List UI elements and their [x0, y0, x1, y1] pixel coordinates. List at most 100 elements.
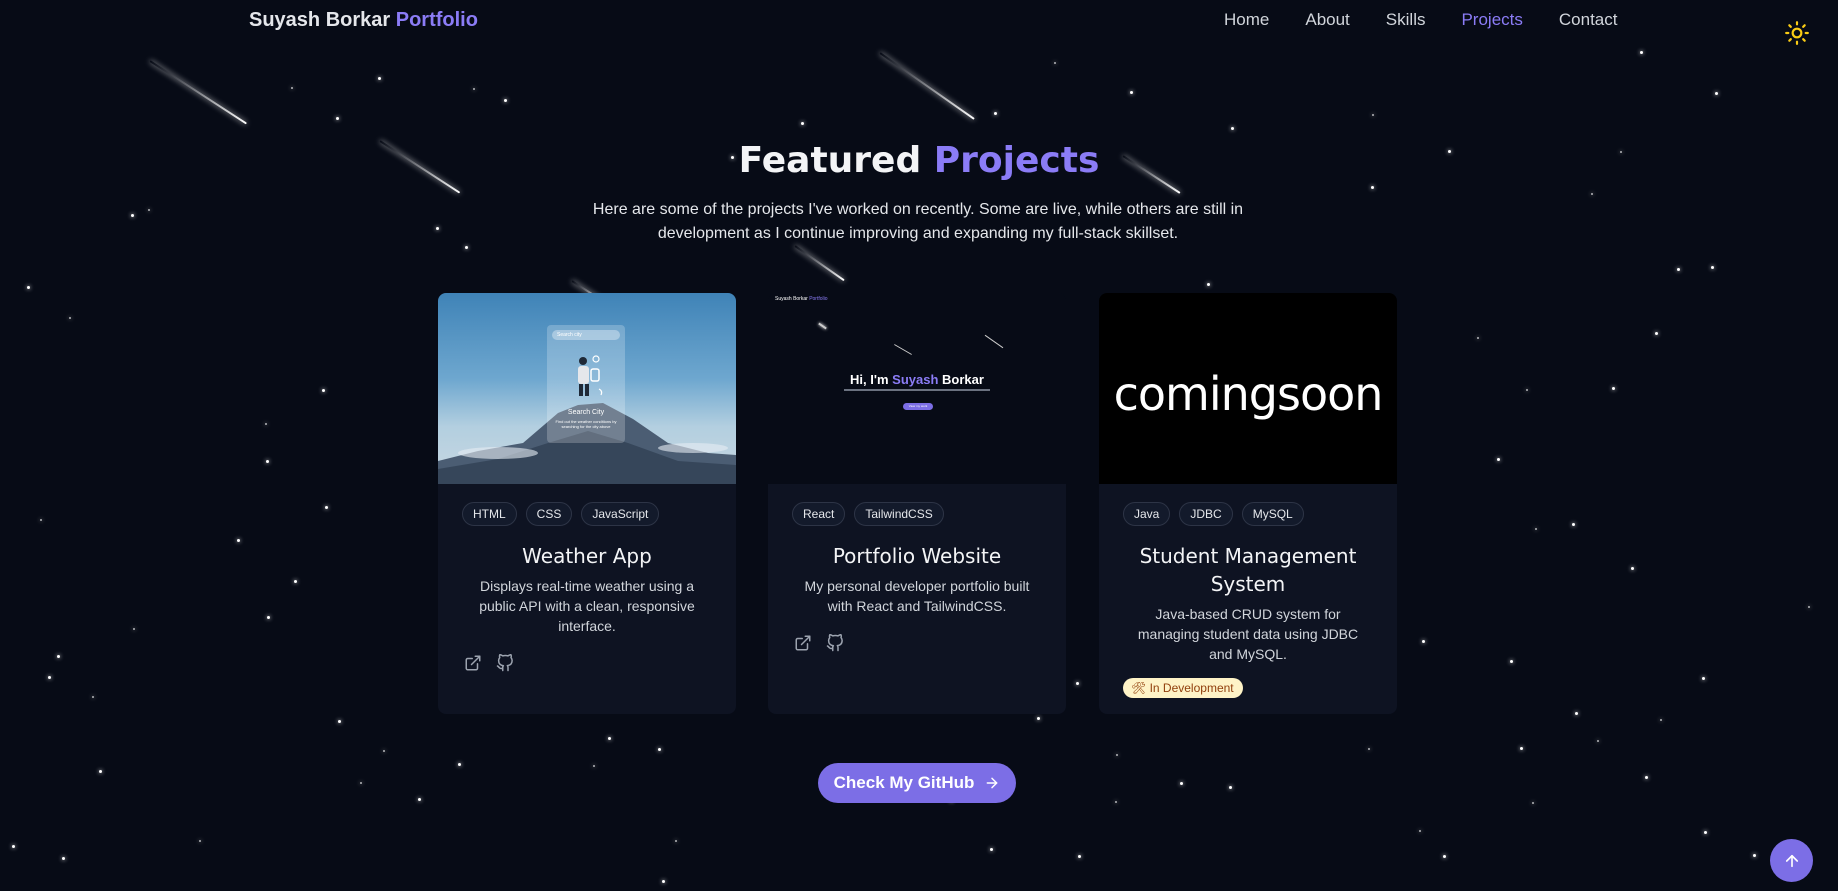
- star: [990, 848, 993, 851]
- preview-hero-subtitle: [844, 389, 990, 391]
- project-links: [438, 636, 736, 672]
- shooting-star: [149, 60, 247, 125]
- section-description: Here are some of the projects I've worke…: [592, 201, 1244, 242]
- project-title: Portfolio Website: [832, 544, 1002, 568]
- person-illustration: [578, 355, 603, 396]
- star: [1715, 92, 1718, 95]
- tag-javascript: JavaScript: [581, 502, 660, 526]
- brand-name: Suyash Borkar: [249, 9, 391, 31]
- tag-tailwindcss: TailwindCSS: [854, 502, 944, 526]
- scroll-to-top-button[interactable]: [1770, 839, 1813, 882]
- hammer-wrench-icon: 🛠: [1131, 681, 1147, 695]
- star: [1612, 387, 1615, 390]
- star: [1180, 782, 1183, 785]
- status-badge: 🛠 In Development: [1123, 678, 1243, 698]
- star: [418, 798, 421, 801]
- external-link-icon[interactable]: [794, 634, 812, 652]
- preview-brand: Suyash Borkar Portfolio: [775, 296, 828, 302]
- star: [675, 840, 677, 842]
- star: [1115, 801, 1117, 803]
- preview-brand-accent: Portfolio: [809, 296, 828, 302]
- nav-link-home[interactable]: Home: [1224, 10, 1269, 30]
- project-card-weather-app: Search city Search City Find out the wea…: [438, 293, 736, 714]
- star: [336, 117, 339, 120]
- nav-link-about[interactable]: About: [1305, 10, 1349, 30]
- project-description: Java-based CRUD system for managing stud…: [1137, 606, 1359, 662]
- star: [658, 748, 661, 751]
- brand-logo[interactable]: Suyash Borkar Portfolio: [249, 9, 478, 32]
- star: [1532, 802, 1534, 804]
- star: [133, 628, 135, 630]
- preview-meteor: [818, 322, 827, 330]
- star: [57, 655, 60, 658]
- weather-preview-caption: Find out the weather conditions by searc…: [555, 419, 617, 429]
- star: [265, 423, 267, 425]
- weather-search-preview: Search city: [552, 330, 620, 340]
- star: [1372, 114, 1374, 116]
- status-badge-label: In Development: [1149, 681, 1234, 695]
- star: [1078, 855, 1081, 858]
- star: [1497, 458, 1500, 461]
- star: [1575, 712, 1578, 715]
- star: [1443, 855, 1446, 858]
- preview-hero-post: Borkar: [942, 372, 984, 387]
- star: [1520, 747, 1523, 750]
- project-title: Weather App: [522, 544, 652, 568]
- star: [1510, 660, 1513, 663]
- star: [473, 88, 475, 90]
- tag-css: CSS: [525, 502, 573, 526]
- star: [325, 506, 328, 509]
- tag-mysql: MySQL: [1241, 502, 1304, 526]
- star: [27, 286, 30, 289]
- arrow-right-icon: [986, 777, 998, 789]
- tag-list: HTML CSS JavaScript: [438, 484, 736, 526]
- star: [1076, 682, 1079, 685]
- preview-hero-accent: Suyash: [892, 372, 939, 387]
- star: [338, 720, 341, 723]
- star: [131, 214, 134, 217]
- check-github-button[interactable]: Check My GitHub: [818, 763, 1016, 803]
- nav-link-contact[interactable]: Contact: [1559, 10, 1618, 30]
- github-icon[interactable]: [496, 654, 514, 672]
- preview-hero-button: View my work: [903, 403, 933, 410]
- project-links: [768, 616, 1066, 652]
- arrow-up-icon: [1785, 854, 1798, 867]
- preview-meteor: [984, 334, 1004, 349]
- project-image-portfolio-website: Suyash Borkar Portfolio Hi, I'm Suyash B…: [768, 293, 1066, 484]
- tag-html: HTML: [462, 502, 517, 526]
- brand-accent: Portfolio: [395, 9, 478, 31]
- star: [148, 209, 150, 211]
- weather-app-preview-panel: Search city Search City Find out the wea…: [547, 325, 625, 443]
- star: [458, 763, 461, 766]
- project-description: My personal developer portfolio built wi…: [804, 578, 1030, 614]
- star: [994, 112, 997, 115]
- tag-list: React TailwindCSS: [768, 484, 1066, 526]
- project-image-student-management: comingsoon: [1099, 293, 1397, 484]
- star: [1711, 266, 1714, 269]
- star: [1037, 717, 1040, 720]
- star: [1702, 677, 1705, 680]
- shooting-star: [794, 245, 845, 282]
- weather-preview-heading: Search City: [567, 409, 605, 416]
- star: [1597, 740, 1599, 742]
- external-link-icon[interactable]: [464, 654, 482, 672]
- theme-toggle-button[interactable]: [1784, 20, 1810, 46]
- preview-hero-heading: Hi, I'm Suyash Borkar: [768, 372, 1066, 387]
- star: [1704, 831, 1707, 834]
- star: [1591, 193, 1593, 195]
- star: [608, 737, 611, 740]
- star: [801, 122, 804, 125]
- star: [291, 87, 293, 89]
- star: [360, 782, 362, 784]
- star: [1655, 332, 1658, 335]
- star: [92, 696, 94, 698]
- tag-jdbc: JDBC: [1179, 502, 1233, 526]
- star: [1130, 91, 1133, 94]
- star: [48, 676, 51, 679]
- star: [62, 857, 65, 860]
- github-icon[interactable]: [826, 634, 844, 652]
- nav-link-skills[interactable]: Skills: [1386, 10, 1426, 30]
- nav-link-projects[interactable]: Projects: [1461, 10, 1522, 30]
- shooting-star: [879, 52, 975, 120]
- star: [1368, 748, 1370, 750]
